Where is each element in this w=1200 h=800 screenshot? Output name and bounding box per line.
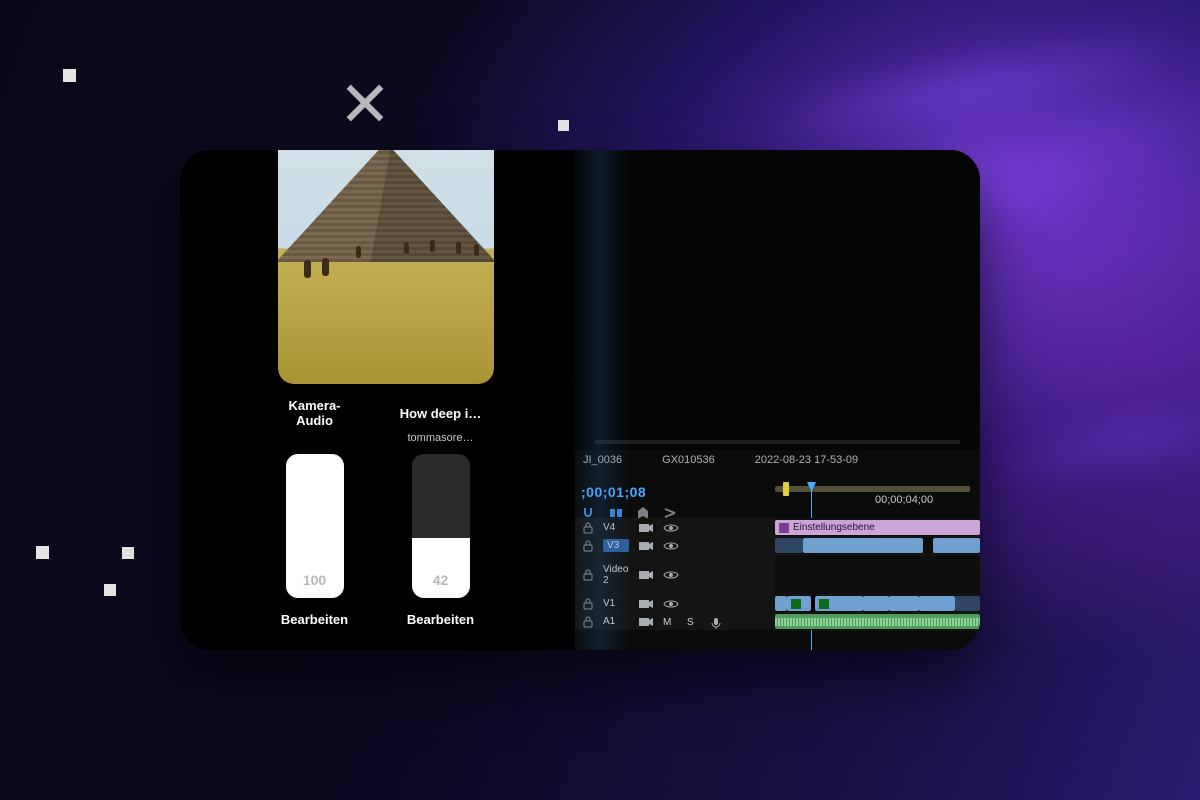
ruler-tick-label: 00;00;04;00: [875, 494, 933, 508]
source-patch-icon[interactable]: [639, 523, 653, 533]
close-icon[interactable]: [342, 80, 388, 126]
fx-badge-icon: [779, 523, 789, 533]
channel-title: How deep i…: [400, 398, 482, 430]
track-row: V1: [575, 594, 980, 612]
volume-fader[interactable]: 42: [412, 454, 470, 598]
fx-badge-icon: [819, 599, 829, 609]
track-name: V1: [603, 598, 629, 609]
track-row: Video 2: [575, 554, 980, 594]
volume-value: 100: [286, 572, 344, 588]
tracks-area: V4 Einstellungsebene V3 Video 2 V1 A1 MS: [575, 518, 980, 650]
track-lane[interactable]: [775, 595, 980, 612]
eye-icon[interactable]: [663, 599, 677, 609]
volume-fader[interactable]: 100: [286, 454, 344, 598]
track-row: A1 MS: [575, 612, 980, 630]
source-patch-icon[interactable]: [639, 541, 653, 551]
track-lane[interactable]: [775, 613, 980, 630]
video-clip[interactable]: [787, 596, 811, 611]
source-patch-icon[interactable]: [639, 617, 653, 627]
fx-badge-icon: [791, 599, 801, 609]
lock-icon[interactable]: [583, 540, 593, 552]
mute-button[interactable]: M: [663, 617, 677, 627]
video-clip[interactable]: [803, 538, 923, 553]
volume-value: 42: [412, 572, 470, 588]
lock-icon[interactable]: [583, 569, 593, 581]
video-preview-thumb[interactable]: [278, 150, 494, 384]
decor-square: [558, 120, 569, 131]
mixer-channel-camera: Kamera- Audio 100 Bearbeiten: [267, 398, 363, 627]
track-header[interactable]: V1: [575, 595, 775, 612]
track-row: V3: [575, 536, 980, 554]
voiceover-icon[interactable]: [711, 617, 725, 627]
eye-icon[interactable]: [663, 570, 677, 580]
playhead-timecode[interactable]: ;00;01;08: [581, 484, 646, 500]
channel-subtitle: tommasore…: [407, 432, 473, 446]
source-patch-icon[interactable]: [639, 599, 653, 609]
eye-icon[interactable]: [663, 523, 677, 533]
in-point-icon[interactable]: [783, 482, 789, 496]
track-header[interactable]: Video 2: [575, 555, 775, 594]
pyramid-graphic: [278, 150, 494, 262]
solo-button[interactable]: S: [687, 617, 701, 627]
decor-square: [63, 69, 76, 82]
sequence-tab[interactable]: JI_0036: [583, 454, 622, 466]
video-clip[interactable]: [815, 596, 863, 611]
sequence-tab[interactable]: 2022-08-23 17-53-09: [755, 454, 858, 466]
channel-title: Kamera- Audio: [288, 398, 340, 430]
comparison-card: Kamera- Audio 100 Bearbeiten How deep i… tom…: [180, 150, 980, 650]
lock-icon[interactable]: [583, 522, 593, 534]
track-name: A1: [603, 616, 629, 627]
video-clip[interactable]: [775, 538, 803, 553]
track-name: V4: [603, 522, 629, 533]
time-ruler[interactable]: 00;00;04;00: [775, 486, 970, 508]
adjustment-clip[interactable]: Einstellungsebene: [775, 520, 980, 535]
mobile-mixer-pane: Kamera- Audio 100 Bearbeiten How deep i… tom…: [180, 150, 575, 650]
track-header[interactable]: V3: [575, 537, 775, 554]
track-row: V4 Einstellungsebene: [575, 518, 980, 536]
track-header[interactable]: A1 MS: [575, 613, 775, 630]
desktop-timeline-pane: JI_0036 GX010536 2022-08-23 17-53-09 ;00…: [575, 150, 980, 650]
sequence-tab[interactable]: GX010536: [662, 454, 715, 466]
program-monitor[interactable]: [575, 150, 980, 450]
video-clip[interactable]: [955, 596, 980, 611]
mixer-channel-music: How deep i… tommasore… 42 Bearbeiten: [393, 398, 489, 627]
track-header[interactable]: V4: [575, 519, 775, 536]
source-patch-icon[interactable]: [639, 570, 653, 580]
audio-clip[interactable]: [775, 614, 980, 629]
bg-streak: [979, 394, 1200, 485]
track-name: V3: [603, 539, 629, 552]
edit-button[interactable]: Bearbeiten: [281, 612, 348, 627]
decor-square: [122, 547, 134, 559]
track-lane[interactable]: [775, 537, 980, 554]
track-name: Video 2: [603, 564, 629, 586]
video-clip[interactable]: [863, 596, 889, 611]
lock-icon[interactable]: [583, 616, 593, 628]
decor-square: [36, 546, 49, 559]
edit-button[interactable]: Bearbeiten: [407, 612, 474, 627]
waveform-icon: [775, 622, 980, 623]
sequence-tabs: JI_0036 GX010536 2022-08-23 17-53-09: [575, 450, 980, 470]
video-clip[interactable]: [775, 596, 787, 611]
video-clip[interactable]: [889, 596, 919, 611]
lock-icon[interactable]: [583, 598, 593, 610]
eye-icon[interactable]: [663, 541, 677, 551]
track-lane[interactable]: [775, 555, 980, 594]
video-clip[interactable]: [933, 538, 980, 553]
video-clip[interactable]: [919, 596, 955, 611]
track-lane[interactable]: Einstellungsebene: [775, 519, 980, 536]
decor-square: [104, 584, 116, 596]
